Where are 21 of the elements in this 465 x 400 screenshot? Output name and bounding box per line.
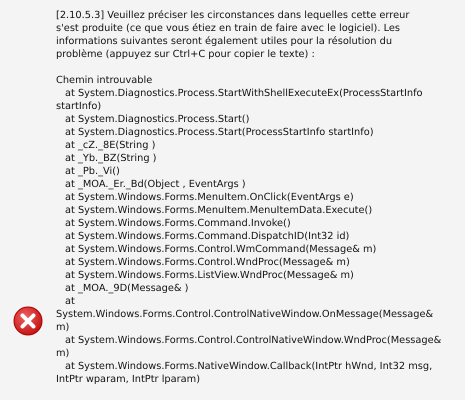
stack-trace-line: at _Pb._Vi() [64,165,121,178]
stack-trace-line: at System.Windows.Forms.Control.WmCommand(Message& m) [64,243,378,256]
stack-trace-line: at _cZ._8E(String ) [64,139,156,152]
stack-trace-line: at System.Windows.Forms.Command.Invoke() [64,217,292,230]
stack-trace-line: at System.Windows.Forms.Control.ControlNativeWindow.OnMessage(Message& m) [56,295,434,334]
stack-trace-line: at System.Diagnostics.Process.StartWithShellExecuteEx(ProcessStartInfo startInfo) [56,87,424,113]
stack-trace-line: at System.Windows.Forms.NativeWindow.Callback(IntPtr hWnd, Int32 msg, IntPtr wparam, IntPtr lparam) [56,360,434,386]
stack-trace-line: at System.Diagnostics.Process.Start(ProcessStartInfo startInfo) [64,126,375,139]
stack-trace-line: at _MOA._Er._Bd(Object , EventArgs ) [64,178,247,191]
error-icon [13,306,43,336]
stack-trace-line: at _Yb._BZ(String ) [64,152,158,165]
stack-trace-line: at System.Windows.Forms.MenuItem.MenuItemData.Execute() [64,204,374,217]
stack-trace-line: at System.Windows.Forms.Command.DispatchID(Int32 id) [64,230,350,243]
error-message: [2.10.5.3] Veuillez préciser les circonstances dans lequelles cette erreur s'est produite (ce que vous étiez en train de faire avec le logiciel). Les informations suivantes seront également utiles pour la résolution du problème (appuyez sur Ctrl+C pour copier le texte) : [56,9,410,61]
stack-trace-line: at System.Windows.Forms.ListView.WndProc(Message& m) [64,269,355,282]
stack-trace-line: at System.Windows.Forms.MenuItem.OnClick(EventArgs e) [64,191,355,204]
stack-trace-line: at System.Windows.Forms.Control.ControlNativeWindow.WndProc(Message& m) [56,334,442,360]
stack-trace-line: at System.Windows.Forms.Control.WndProc(Message& m) [64,256,351,269]
stack-trace-line: at System.Diagnostics.Process.Start() [64,113,250,126]
error-title: Chemin introuvable [56,74,154,87]
stack-trace-line: at _MOA._9D(Message& ) [64,282,190,295]
